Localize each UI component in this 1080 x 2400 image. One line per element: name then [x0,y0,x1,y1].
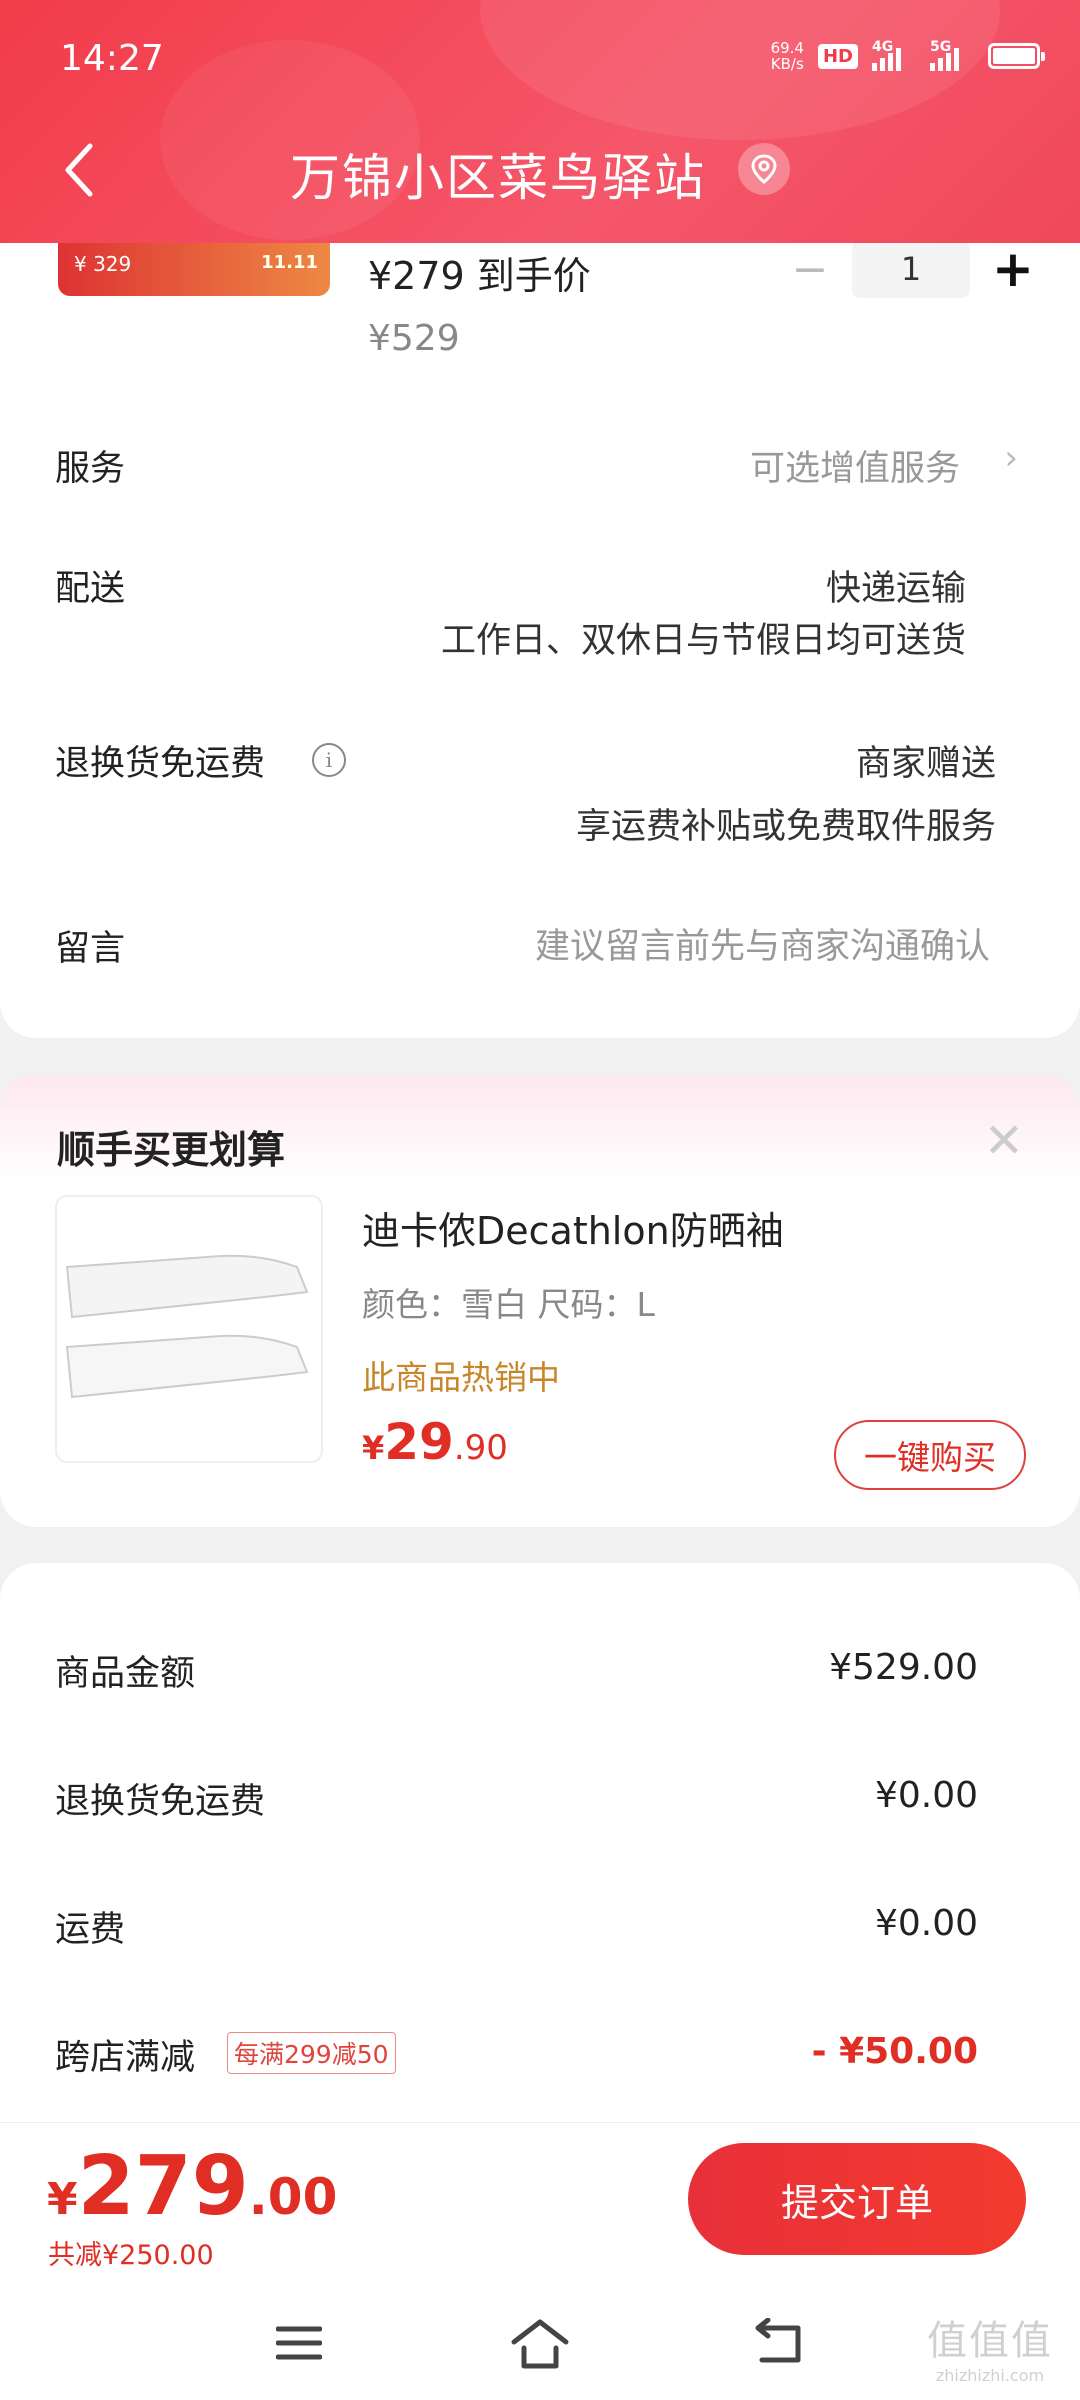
message-label: 留言 [55,929,126,969]
signal-label: 4G [872,39,894,55]
watermark: 值值值 zhizhizhi.com [910,2308,1070,2398]
net-speed-value: 69.4 [770,39,804,57]
return-fee-label: 退换货免运费 [55,1782,266,1822]
quantity-stepper: − 1 + [790,240,1034,298]
shipping-value: ¥0.00 [874,1903,978,1944]
return-value: 商家赠送 [855,744,996,784]
arm-sleeve-image [65,1254,309,1399]
home-icon[interactable] [510,2316,570,2372]
status-time: 14:27 [60,38,164,79]
one-click-buy-button[interactable]: 一键购买 [834,1420,1026,1490]
addon-hot-label: 此商品热销中 [362,1358,560,1397]
status-icons: 69.4 KB/s HD 4G 5G [771,39,1045,72]
addon-spec: 颜色：雪白 尺码：L [362,1285,655,1324]
hd-icon: HD [817,43,858,69]
net-speed: 69.4 KB/s [771,40,804,72]
service-value[interactable]: 可选增值服务 [750,440,960,491]
message-input[interactable]: 建议留言前先与商家沟通确认 [535,918,990,969]
goods-amount-value: ¥529.00 [829,1647,978,1688]
return-note: 享运费补贴或免费取件服务 [575,807,996,847]
thumb-price: ¥ 329 [74,252,132,276]
return-fee-value: ¥0.00 [874,1775,978,1816]
watermark-glyphs: 值值值 [927,2318,1053,2364]
page-title[interactable]: 万锦小区菜鸟驿站 [290,138,706,210]
total-price: ¥279.00 [47,2139,337,2234]
location-pin-icon[interactable] [738,143,790,195]
signal-5g-icon: 5G [930,39,974,71]
price-int: 29 [384,1413,454,1471]
service-label: 服务 [55,449,126,489]
quantity-field[interactable]: 1 [852,240,970,298]
order-card: ¥ 329 11.11 ¥279 到手价 ¥529 − 1 + 服务 可选增值服… [0,200,1080,1038]
addon-title: 顺手买更划算 [57,1128,286,1172]
thumb-tag: 11.11 [261,252,318,273]
goods-amount-label: 商品金额 [55,1654,196,1694]
back-icon[interactable] [752,2318,806,2368]
chevron-right-icon[interactable]: › [1004,438,1018,478]
info-icon[interactable]: i [312,743,346,777]
checkout-bar: ¥279.00 共减¥250.00 提交订单 [0,2122,1080,2300]
battery-icon [988,43,1045,69]
minus-button[interactable]: − [790,244,830,295]
addon-name[interactable]: 迪卡侬Decathlon防晒袖 [362,1200,784,1255]
watermark-url: zhizhizhi.com [935,2366,1045,2385]
saved-amount: 共减¥250.00 [48,2240,214,2271]
product-thumbnail[interactable]: ¥ 329 11.11 [58,240,330,296]
total-dec: .00 [248,2168,338,2226]
menu-icon[interactable] [276,2323,322,2363]
price-currency: ¥ [362,1429,385,1467]
final-price: ¥279 到手价 [368,254,591,298]
close-icon[interactable]: ✕ [984,1113,1024,1169]
submit-order-button[interactable]: 提交订单 [688,2143,1026,2255]
price-dec: .90 [453,1428,508,1468]
return-label: 退换货免运费 [55,744,266,784]
delivery-note: 工作日、双休日与节假日均可送货 [440,621,966,661]
chevron-left-icon [65,143,93,197]
signal-label: 5G [930,39,952,55]
system-nav-bar: 值值值 zhizhizhi.com [0,2300,1080,2400]
addon-product-image[interactable] [55,1195,323,1463]
original-price: ¥529 [368,318,460,359]
net-speed-unit: KB/s [770,55,804,73]
back-button[interactable] [56,140,106,200]
signal-4g-icon: 4G [872,39,916,71]
discount-tag: 每满299减50 [227,2032,396,2074]
total-int: 279 [77,2139,249,2234]
total-currency: ¥ [47,2174,78,2225]
discount-label: 跨店满减 [55,2038,196,2078]
addon-card: 顺手买更划算 ✕ 迪卡侬Decathlon防晒袖 颜色：雪白 尺码：L 此商品热… [0,1075,1080,1527]
discount-value: - ¥50.00 [811,2031,978,2072]
plus-button[interactable]: + [992,240,1034,298]
header: 14:27 69.4 KB/s HD 4G 5G 万锦小区菜鸟驿站 [0,0,1080,243]
delivery-label: 配送 [55,569,126,609]
shipping-label: 运费 [55,1910,126,1950]
summary-card: 商品金额 ¥529.00 退换货免运费 ¥0.00 运费 ¥0.00 跨店满减 … [0,1563,1080,2123]
addon-price: ¥29.90 [362,1413,508,1471]
delivery-method: 快递运输 [825,569,966,609]
